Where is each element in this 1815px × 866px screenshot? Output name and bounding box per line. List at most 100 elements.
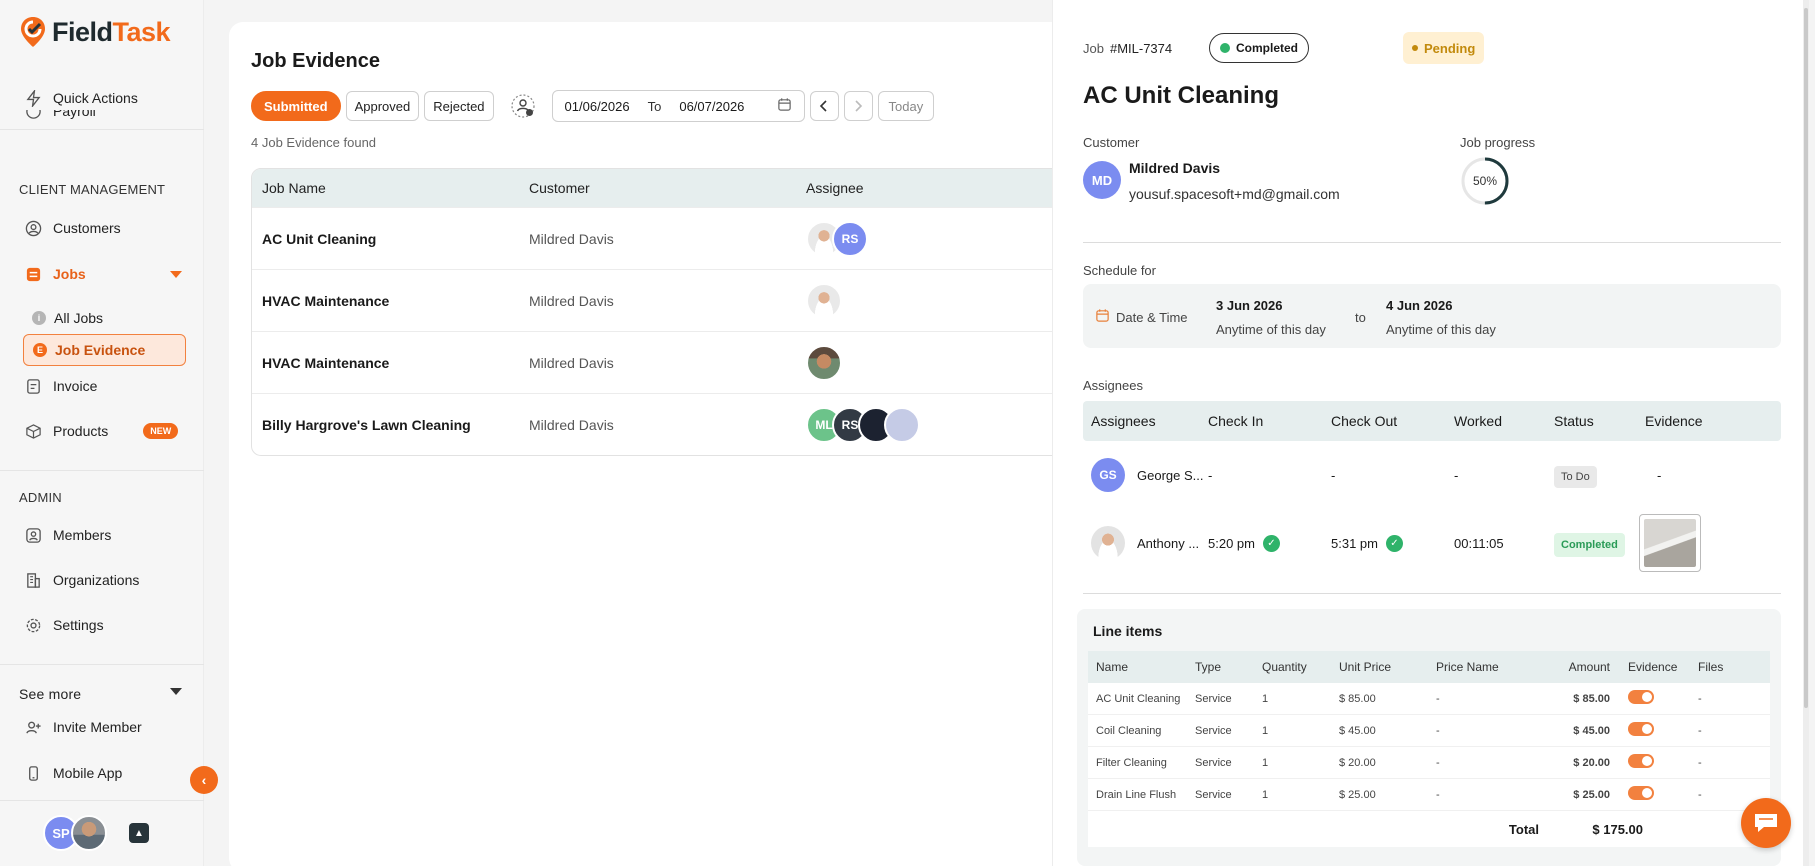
assignees-table: Assignees Check In Check Out Worked Stat… [1083,401,1781,577]
sidebar-item-all-jobs[interactable]: i All Jobs [32,310,103,326]
item-unit-price: $ 25.00 [1339,788,1376,801]
item-files: - [1698,692,1702,705]
gear-icon [24,616,42,634]
sidebar-item-invoice[interactable]: Invoice [24,372,97,400]
divider [1083,242,1781,243]
sidebar-item-label: Invoice [53,378,98,394]
avatar: MD [1083,161,1121,199]
schedule-label: Schedule for [1083,263,1156,278]
table-row: Drain Line Flush Service 1 $ 25.00 - $ 2… [1088,779,1770,811]
chevron-up-icon[interactable]: ▲ [129,823,149,843]
see-more-toggle[interactable]: See more [19,686,81,702]
table-row[interactable]: AC Unit Cleaning Mildred Davis RS [252,207,1068,269]
status-badge: Completed [1209,33,1310,63]
end-time: Anytime of this day [1386,322,1496,337]
table-row[interactable]: Anthony ... 5:20 pm ✓ 5:31 pm ✓ 00:11:05 C… [1083,509,1781,577]
chevron-down-icon[interactable] [170,271,182,278]
sidebar-item-label: Mobile App [53,765,123,781]
evidence-icon: E [33,343,47,357]
sidebar-item-jobs[interactable]: Jobs [24,260,86,288]
today-button[interactable]: Today [877,91,935,121]
filter-approved-tab[interactable]: Approved [345,91,420,121]
date-to-label: To [647,98,662,114]
building-icon [24,571,42,589]
assignee-avatars: RS [806,220,1068,257]
sidebar-item-mobile-app[interactable]: Mobile App [24,759,122,787]
filter-rejected-tab[interactable]: Rejected [424,91,494,121]
sidebar-item-label: Job Evidence [55,342,146,358]
sidebar-item-quick-actions[interactable]: Quick Actions [24,84,138,112]
sidebar-item-label: Payroll [53,110,96,119]
sidebar-item-products[interactable]: Products NEW [24,417,179,445]
info-icon: i [32,311,46,325]
date-from[interactable]: 01/06/2026 [565,99,630,114]
chevron-down-icon[interactable] [170,688,182,695]
scrollbar-thumb[interactable] [1804,8,1808,708]
sidebar-item-organizations[interactable]: Organizations [24,566,139,594]
column-header-quantity: Quantity [1262,660,1307,674]
job-name: Billy Hargrove's Lawn Cleaning [262,416,471,433]
chat-icon [1755,814,1777,832]
customer-name: Mildred Davis [529,354,614,371]
evidence-toggle[interactable] [1628,786,1654,800]
item-amount: $ 85.00 [1573,692,1610,705]
column-header-worked: Worked [1454,413,1502,429]
job-evidence-table: Job Name Customer Assignee AC Unit Clean… [251,168,1069,456]
table-row[interactable]: HVAC Maintenance Mildred Davis [252,331,1068,393]
scrollbar[interactable] [1803,0,1809,866]
next-range-button[interactable] [843,91,873,121]
column-header-name: Name [1096,660,1129,674]
prev-range-button[interactable] [809,91,839,121]
sidebar-item-label: Organizations [53,572,140,588]
evidence-toggle[interactable] [1628,754,1654,768]
date-to[interactable]: 06/07/2026 [679,99,744,114]
item-unit-price: $ 45.00 [1339,724,1376,737]
sidebar-item-invite-member[interactable]: Invite Member [24,713,142,741]
item-price-name: - [1436,692,1440,705]
approval-status-text: Pending [1424,40,1476,56]
sidebar-item-job-evidence[interactable]: E Job Evidence [23,334,186,366]
evidence-toggle[interactable] [1628,690,1654,704]
avatar-photo[interactable] [71,815,107,851]
customer-name: Mildred Davis [1129,160,1221,176]
total-row: Total $ 175.00 [1088,811,1770,847]
assignees-label: Assignees [1083,378,1143,393]
end-date: 4 Jun 2026 [1386,298,1453,313]
chat-button[interactable] [1741,798,1791,848]
filter-submitted-tab[interactable]: Submitted [251,91,341,121]
pending-dot-icon [1412,45,1418,51]
sidebar-item-settings[interactable]: Settings [24,611,104,639]
approval-status-badge[interactable]: Pending [1403,32,1485,64]
column-header-customer[interactable]: Customer [529,180,806,196]
date-range-picker[interactable]: 01/06/2026 To 06/07/2026 [551,90,805,122]
table-row[interactable]: GS George S... - - - To Do - [1083,441,1781,509]
evidence-toggle[interactable] [1628,722,1654,736]
sidebar-item-members[interactable]: Members [24,521,111,549]
evidence-thumbnail[interactable] [1639,514,1701,572]
brand-name-b: Task [112,16,171,47]
assignee-name: Anthony ... [1137,535,1200,551]
item-name: Filter Cleaning [1096,756,1167,769]
item-quantity: 1 [1262,724,1269,737]
collapse-sidebar-button[interactable]: ‹ [190,766,218,794]
avatar: GS [1091,458,1125,492]
calendar-icon[interactable] [777,97,792,115]
column-header-status: Status [1554,413,1594,429]
jobs-icon [24,265,42,283]
customer-name: Mildred Davis [529,292,614,309]
sidebar-item-payroll[interactable]: Payroll [24,110,96,126]
table-row[interactable]: Billy Hargrove's Lawn Cleaning Mildred D… [252,393,1068,455]
sidebar-item-customers[interactable]: Customers [24,214,121,242]
fieldtask-logo[interactable]: FieldTask [20,16,171,48]
column-header-assignee[interactable]: Assignee [806,180,1068,196]
user-account[interactable]: SP ▲ [43,815,149,851]
status-dot-icon [1220,43,1230,53]
table-row[interactable]: HVAC Maintenance Mildred Davis [252,269,1068,331]
column-header-job-name[interactable]: Job Name [252,180,529,196]
item-quantity: 1 [1262,756,1269,769]
item-amount: $ 25.00 [1573,788,1610,801]
job-name: AC Unit Cleaning [262,230,377,247]
section-label-client-management: CLIENT MANAGEMENT [19,182,166,197]
assignee-filter-icon[interactable] [509,92,537,120]
members-icon [24,526,42,544]
